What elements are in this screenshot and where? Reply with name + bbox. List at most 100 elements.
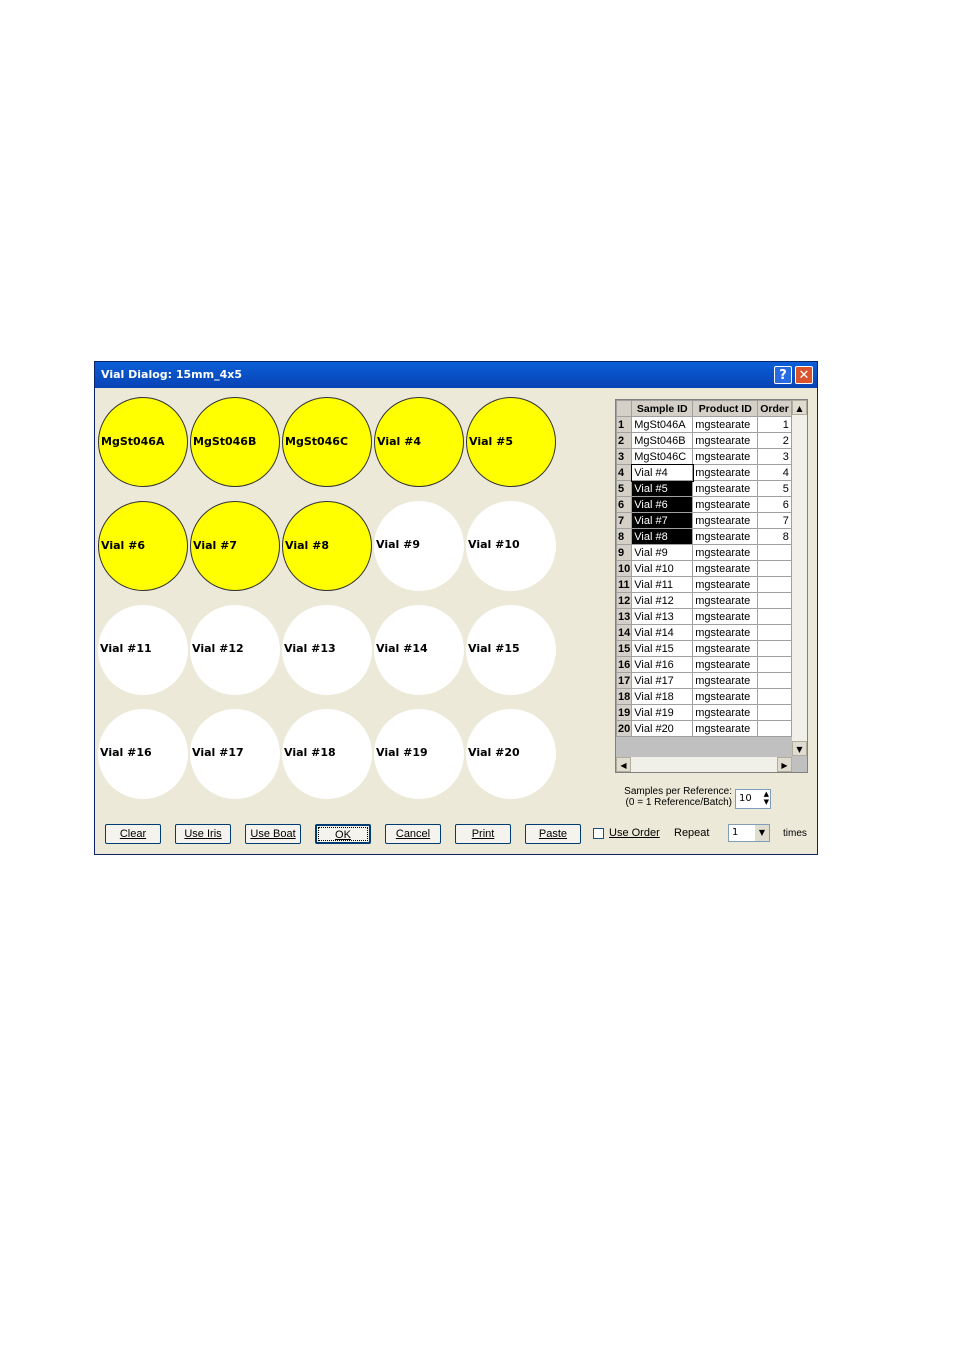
use-order-label[interactable]: Use Order bbox=[609, 827, 660, 839]
product-id-cell[interactable]: mgstearate bbox=[692, 544, 759, 561]
repeat-combo[interactable]: 1 ▼ bbox=[728, 824, 770, 842]
vial-well[interactable]: Vial #20 bbox=[466, 709, 556, 799]
sample-id-cell[interactable]: MgSt046A bbox=[631, 416, 694, 433]
horizontal-scrollbar[interactable]: ◀ ▶ bbox=[616, 757, 792, 772]
sample-id-cell[interactable]: Vial #5 bbox=[631, 480, 694, 497]
vial-well[interactable]: MgSt046C bbox=[282, 397, 372, 487]
order-cell[interactable] bbox=[757, 560, 792, 577]
table-row[interactable]: 16 Vial #16 mgstearate bbox=[616, 656, 792, 673]
sample-id-cell[interactable]: Vial #14 bbox=[631, 624, 694, 641]
product-id-cell[interactable]: mgstearate bbox=[692, 464, 759, 481]
product-id-cell[interactable]: mgstearate bbox=[692, 608, 759, 625]
vial-well[interactable]: Vial #11 bbox=[98, 605, 188, 695]
table-row[interactable]: 17 Vial #17 mgstearate bbox=[616, 672, 792, 689]
vial-well[interactable]: Vial #16 bbox=[98, 709, 188, 799]
sample-id-cell[interactable]: MgSt046B bbox=[631, 432, 694, 449]
print-button[interactable]: Print bbox=[455, 824, 511, 844]
table-row[interactable]: 12 Vial #12 mgstearate bbox=[616, 592, 792, 609]
order-cell[interactable] bbox=[757, 720, 792, 737]
table-row[interactable]: 1 MgSt046A mgstearate 1 bbox=[616, 416, 792, 433]
sample-id-cell[interactable]: Vial #7 bbox=[631, 512, 694, 529]
sample-id-cell[interactable]: Vial #6 bbox=[631, 496, 694, 513]
product-id-cell[interactable]: mgstearate bbox=[692, 688, 759, 705]
product-id-cell[interactable]: mgstearate bbox=[692, 576, 759, 593]
sample-id-cell[interactable]: Vial #20 bbox=[631, 720, 694, 737]
vial-well[interactable]: MgSt046A bbox=[98, 397, 188, 487]
help-button[interactable]: ? bbox=[774, 366, 792, 384]
sample-id-cell[interactable]: Vial #4 bbox=[630, 463, 694, 482]
scroll-down-icon[interactable]: ▼ bbox=[792, 741, 807, 756]
vial-well[interactable]: Vial #7 bbox=[190, 501, 280, 591]
samples-per-reference-spinner[interactable]: 10 ▲ ▼ bbox=[735, 789, 771, 809]
spinner-arrows-icon[interactable]: ▲ ▼ bbox=[764, 790, 769, 806]
header-product-id[interactable]: Product ID bbox=[692, 400, 759, 417]
clear-button[interactable]: Clear bbox=[105, 824, 161, 844]
vertical-scrollbar[interactable]: ▲ ▼ bbox=[792, 400, 807, 756]
vial-well[interactable]: Vial #13 bbox=[282, 605, 372, 695]
product-id-cell[interactable]: mgstearate bbox=[692, 640, 759, 657]
vial-well[interactable]: Vial #15 bbox=[466, 605, 556, 695]
table-row[interactable]: 20 Vial #20 mgstearate bbox=[616, 720, 792, 737]
sample-id-cell[interactable]: Vial #18 bbox=[631, 688, 694, 705]
table-row[interactable]: 18 Vial #18 mgstearate bbox=[616, 688, 792, 705]
order-cell[interactable]: 4 bbox=[757, 464, 792, 481]
table-row[interactable]: 15 Vial #15 mgstearate bbox=[616, 640, 792, 657]
order-cell[interactable]: 3 bbox=[757, 448, 792, 465]
product-id-cell[interactable]: mgstearate bbox=[692, 672, 759, 689]
table-row[interactable]: 13 Vial #13 mgstearate bbox=[616, 608, 792, 625]
order-cell[interactable] bbox=[757, 608, 792, 625]
order-cell[interactable] bbox=[757, 576, 792, 593]
table-row[interactable]: 19 Vial #19 mgstearate bbox=[616, 704, 792, 721]
sample-id-cell[interactable]: Vial #19 bbox=[631, 704, 694, 721]
table-row[interactable]: 4 Vial #4 mgstearate 4 bbox=[616, 463, 792, 482]
order-cell[interactable]: 5 bbox=[757, 480, 792, 497]
vial-well[interactable]: Vial #5 bbox=[466, 397, 556, 487]
scroll-up-icon[interactable]: ▲ bbox=[792, 400, 807, 415]
table-row[interactable]: 7 Vial #7 mgstearate 7 bbox=[616, 512, 792, 529]
table-row[interactable]: 2 MgSt046B mgstearate 2 bbox=[616, 432, 792, 449]
product-id-cell[interactable]: mgstearate bbox=[692, 448, 759, 465]
order-cell[interactable] bbox=[757, 544, 792, 561]
order-cell[interactable] bbox=[757, 688, 792, 705]
order-cell[interactable] bbox=[757, 672, 792, 689]
sample-id-cell[interactable]: Vial #16 bbox=[631, 656, 694, 673]
table-row[interactable]: 8 Vial #8 mgstearate 8 bbox=[616, 528, 792, 545]
vial-well[interactable]: Vial #12 bbox=[190, 605, 280, 695]
scroll-right-icon[interactable]: ▶ bbox=[777, 757, 792, 772]
order-cell[interactable] bbox=[757, 624, 792, 641]
chevron-down-icon[interactable]: ▼ bbox=[755, 825, 769, 841]
vial-well[interactable]: MgSt046B bbox=[190, 397, 280, 487]
header-sample-id[interactable]: Sample ID bbox=[631, 400, 694, 417]
vial-well[interactable]: Vial #6 bbox=[98, 501, 188, 591]
product-id-cell[interactable]: mgstearate bbox=[692, 592, 759, 609]
sample-id-cell[interactable]: MgSt046C bbox=[631, 448, 694, 465]
ok-button[interactable]: OK bbox=[315, 824, 371, 844]
table-row[interactable]: 11 Vial #11 mgstearate bbox=[616, 576, 792, 593]
use-boat-button[interactable]: Use Boat bbox=[245, 824, 301, 844]
sample-id-cell[interactable]: Vial #15 bbox=[631, 640, 694, 657]
vial-well[interactable]: Vial #10 bbox=[466, 501, 556, 591]
sample-id-cell[interactable]: Vial #9 bbox=[631, 544, 694, 561]
order-cell[interactable]: 8 bbox=[757, 528, 792, 545]
sample-id-cell[interactable]: Vial #8 bbox=[631, 528, 694, 545]
table-row[interactable]: 14 Vial #14 mgstearate bbox=[616, 624, 792, 641]
product-id-cell[interactable]: mgstearate bbox=[692, 656, 759, 673]
product-id-cell[interactable]: mgstearate bbox=[692, 496, 759, 513]
order-cell[interactable] bbox=[757, 704, 792, 721]
paste-button[interactable]: Paste bbox=[525, 824, 581, 844]
product-id-cell[interactable]: mgstearate bbox=[692, 480, 759, 497]
vial-well[interactable]: Vial #17 bbox=[190, 709, 280, 799]
sample-id-cell[interactable]: Vial #17 bbox=[631, 672, 694, 689]
sample-id-cell[interactable]: Vial #12 bbox=[631, 592, 694, 609]
order-cell[interactable] bbox=[757, 656, 792, 673]
sample-id-cell[interactable]: Vial #10 bbox=[631, 560, 694, 577]
scroll-left-icon[interactable]: ◀ bbox=[616, 757, 631, 772]
vial-well[interactable]: Vial #19 bbox=[374, 709, 464, 799]
title-bar[interactable]: Vial Dialog: 15mm_4x5 ? ✕ bbox=[95, 362, 817, 388]
vial-well[interactable]: Vial #9 bbox=[374, 501, 464, 591]
vial-well[interactable]: Vial #14 bbox=[374, 605, 464, 695]
close-button[interactable]: ✕ bbox=[795, 366, 813, 384]
use-iris-button[interactable]: Use Iris bbox=[175, 824, 231, 844]
table-row[interactable]: 5 Vial #5 mgstearate 5 bbox=[616, 480, 792, 497]
vial-well[interactable]: Vial #18 bbox=[282, 709, 372, 799]
